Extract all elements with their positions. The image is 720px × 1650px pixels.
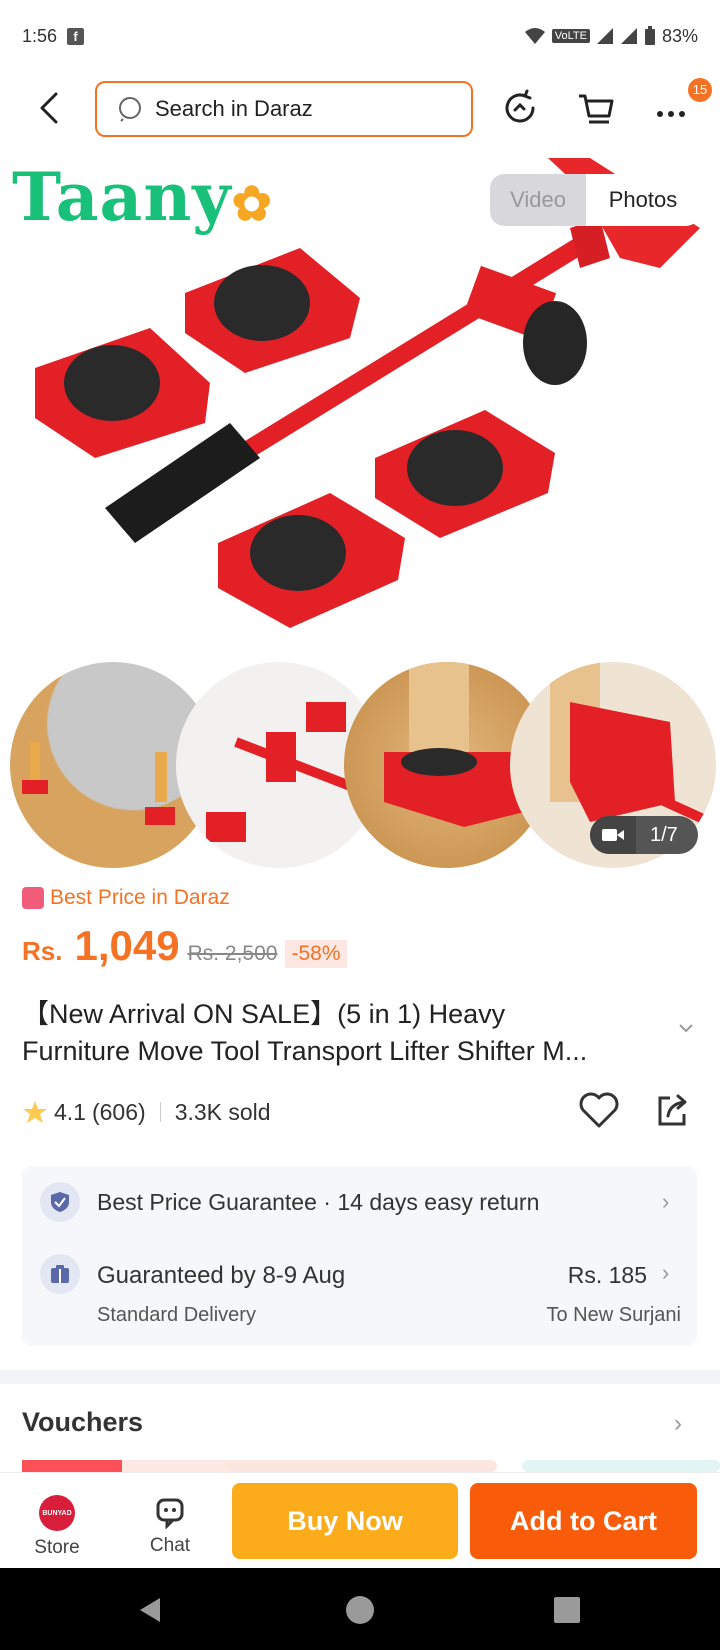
star-icon — [23, 1101, 47, 1123]
search-placeholder: Search in Daraz — [155, 96, 313, 121]
chevron-down-icon[interactable] — [676, 1018, 696, 1038]
sold-count: 3.3K sold — [174, 1098, 271, 1125]
gallery-counter-text: 1/7 — [650, 823, 678, 846]
chevron-right-icon[interactable]: › — [662, 1260, 669, 1286]
delivery-box-icon — [40, 1254, 80, 1294]
store-button[interactable]: BUNYAD Store — [24, 1495, 90, 1559]
delivery-destination[interactable]: To New Surjani — [546, 1304, 681, 1327]
nav-home-icon[interactable] — [345, 1595, 375, 1625]
price-currency: Rs. — [22, 936, 63, 966]
wifi-icon — [524, 28, 545, 44]
nav-recents-icon[interactable] — [554, 1597, 580, 1623]
chevron-right-icon[interactable]: › — [674, 1410, 682, 1438]
price-row: Rs. 1,049 Rs. 2,500 -58% — [22, 922, 347, 978]
video-tab[interactable]: Video — [490, 174, 586, 226]
top-bar: Search in Daraz 15 — [0, 78, 720, 140]
delivery-fee: Rs. 185 — [567, 1262, 647, 1288]
chat-icon — [156, 1498, 184, 1529]
product-title[interactable]: 【New Arrival ON SALE】(5 in 1) Heavy Furn… — [22, 996, 672, 1070]
add-to-cart-button[interactable]: Add to Cart — [470, 1483, 697, 1559]
chevron-right-icon: › — [662, 1189, 670, 1214]
photos-tab[interactable]: Photos — [586, 174, 700, 226]
guarantee-row[interactable]: Best Price Guarantee · 14 days easy retu… — [22, 1166, 697, 1238]
delivery-date[interactable]: Guaranteed by 8-9 Aug — [97, 1262, 345, 1290]
bottom-action-bar: BUNYAD Store Chat Buy Now Add to Cart — [0, 1472, 720, 1568]
battery-percent: 83% — [661, 25, 698, 46]
video-camera-icon — [590, 816, 636, 854]
easy-return: 14 days easy return — [337, 1188, 540, 1215]
nav-back-icon[interactable] — [136, 1596, 164, 1624]
search-input[interactable]: Search in Daraz — [95, 81, 473, 137]
rating-count: (606) — [91, 1098, 146, 1125]
product-title-line2: Furniture Move Tool Transport Lifter Shi… — [22, 1036, 588, 1066]
buy-now-button[interactable]: Buy Now — [232, 1483, 458, 1559]
best-price-icon — [22, 887, 44, 909]
shield-check-icon — [40, 1182, 80, 1222]
media-toggle: Video Photos — [490, 174, 700, 226]
best-price-label: Best Price in Daraz — [22, 886, 230, 910]
chat-button[interactable]: Chat — [140, 1495, 200, 1557]
back-icon[interactable] — [30, 88, 70, 128]
dot-separator: · — [323, 1188, 338, 1215]
heart-icon[interactable] — [578, 1090, 620, 1130]
rating-score: 4.1 — [54, 1098, 86, 1125]
brand-logo-text: Taany — [12, 158, 232, 236]
service-card: Best Price Guarantee · 14 days easy retu… — [22, 1166, 697, 1346]
product-title-line1: 【New Arrival ON SALE】(5 in 1) Heavy — [22, 999, 506, 1029]
thumbnail-strip: 1/7 — [0, 660, 720, 870]
facebook-icon: f — [67, 27, 85, 45]
cart-badge: 15 — [688, 78, 712, 102]
search-icon — [119, 97, 141, 122]
rating-row[interactable]: 4.1 (606) 3.3K sold — [22, 1094, 271, 1130]
network-label: VoLTE — [551, 29, 590, 43]
brand-flower-icon: ✿ — [231, 176, 273, 232]
cart-icon[interactable] — [576, 88, 616, 128]
store-label: Store — [34, 1537, 80, 1558]
delivery-type: Standard Delivery — [97, 1304, 256, 1326]
best-price-guarantee: Best Price Guarantee — [97, 1188, 317, 1215]
share-icon[interactable] — [652, 1090, 692, 1130]
section-divider — [0, 1370, 720, 1384]
best-price-text: Best Price in Daraz — [50, 886, 230, 909]
signal-icon — [596, 28, 613, 44]
voucher-strip[interactable] — [22, 1460, 720, 1472]
status-time: 1:56 — [22, 25, 58, 46]
chat-label: Chat — [149, 1535, 191, 1556]
store-logo: BUNYAD — [39, 1495, 75, 1531]
gallery-counter: 1/7 — [590, 816, 698, 854]
divider — [159, 1102, 161, 1122]
brand-logo: Taany✿ — [12, 158, 273, 236]
vouchers-heading[interactable]: Vouchers — [22, 1407, 143, 1438]
battery-icon — [644, 26, 655, 45]
product-image[interactable]: Taany✿ Video Photos — [0, 148, 720, 668]
status-bar: 1:56 f VoLTE 83% — [0, 0, 720, 72]
discount-badge: -58% — [285, 940, 347, 968]
history-icon[interactable] — [500, 88, 540, 128]
more-icon[interactable] — [652, 88, 692, 128]
original-price: Rs. 2,500 — [187, 942, 278, 965]
signal-icon-2 — [620, 28, 637, 44]
guarantee-text: Best Price Guarantee · 14 days easy retu… — [97, 1189, 539, 1216]
current-price: 1,049 — [74, 922, 180, 969]
system-nav-bar — [0, 1568, 720, 1650]
